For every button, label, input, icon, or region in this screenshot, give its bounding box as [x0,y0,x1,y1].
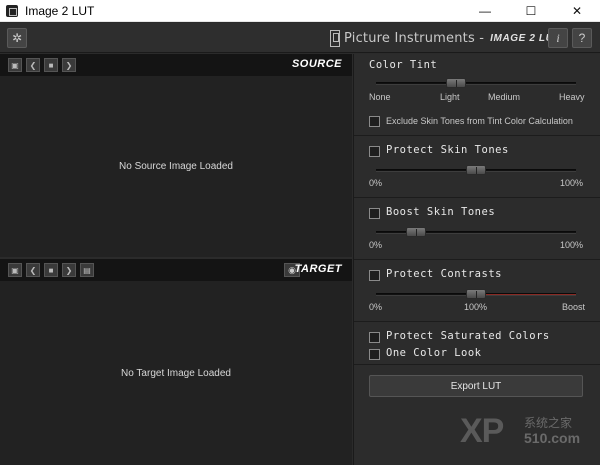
app-icon [6,4,18,17]
target-empty-text: No Target Image Loaded [121,367,231,379]
protect-saturated-label: Protect Saturated Colors [386,330,550,342]
tint-label-light: Light [440,92,460,102]
settings-button[interactable]: ✲ [7,28,27,48]
boost-skin-section: Boost Skin Tones 0% 100% [354,199,600,260]
target-save-as-button[interactable]: ▤ [80,263,94,277]
target-prev-button[interactable]: ❮ [26,263,40,277]
watermark-brand: XP [460,412,504,450]
boost-skin-min: 0% [369,240,383,250]
maximize-button[interactable]: ☐ [508,0,554,22]
protect-contrasts-checkbox[interactable] [369,270,380,281]
protect-skin-max: 100% [560,178,584,188]
protect-contrasts-slider-thumb[interactable] [466,289,486,299]
window-controls: — ☐ ✕ [462,0,600,22]
protect-contrasts-label: Protect Contrasts [386,268,502,280]
watermark-cn: 系统之家 [524,416,573,430]
exclude-skin-label: Exclude Skin Tones from Tint Color Calcu… [386,116,573,126]
protect-contrasts-min: 0% [369,302,383,312]
tint-label-none: None [369,92,391,102]
source-empty-text: No Source Image Loaded [119,161,233,172]
protect-contrasts-mid: 100% [464,302,488,312]
tint-label-medium: Medium [488,92,521,102]
tint-label-heavy: Heavy [559,92,585,102]
boost-skin-checkbox[interactable] [369,208,380,219]
protect-skin-section: Protect Skin Tones 0% 100% [354,137,600,198]
next-icon: ❯ [65,60,73,70]
misc-options-section: Protect Saturated Colors One Color Look [354,323,600,365]
one-color-checkbox[interactable] [369,349,380,360]
source-image-area[interactable]: No Source Image Loaded [0,76,352,257]
color-tint-slider-track[interactable] [376,82,576,85]
target-save-button[interactable]: ▣ [8,263,22,277]
protect-skin-slider-thumb[interactable] [466,165,486,175]
watermark-domain: 510.com [524,430,581,446]
target-toolbar: ▣ ❮ ■ ❯ ▤ ◉ TARGET [0,259,352,281]
color-tint-slider-thumb[interactable] [446,78,466,88]
watermark-logo: XP 系统之家 510.com [460,410,600,460]
brand-name: Picture Instruments - [344,30,485,46]
protect-contrasts-section: Protect Contrasts 0% 100% Boost [354,261,600,322]
color-tint-section: Color Tint None Light Medium Heavy Exclu… [354,54,600,136]
protect-contrasts-max: Boost [562,302,586,312]
source-next-button[interactable]: ❯ [62,58,76,72]
boost-skin-max: 100% [560,240,584,250]
brand: Picture Instruments - IMAGE 2 LUT [330,29,560,47]
protect-contrasts-boost-range [476,294,576,295]
protect-skin-label: Protect Skin Tones [386,144,509,156]
color-tint-title: Color Tint [369,59,438,71]
save-icon: ▣ [11,265,19,275]
source-open-button[interactable]: ■ [44,58,58,72]
one-color-label: One Color Look [386,347,482,359]
help-button[interactable]: ? [572,28,592,48]
target-next-button[interactable]: ❯ [62,263,76,277]
gear-icon: ✲ [11,31,23,45]
protect-skin-min: 0% [369,178,383,188]
info-button[interactable]: i [548,28,568,48]
prev-icon: ❮ [29,60,37,70]
next-icon: ❯ [65,265,73,275]
save-as-icon: ▤ [83,265,91,275]
source-prev-button[interactable]: ❮ [26,58,40,72]
picture-instruments-logo-icon [330,29,340,47]
folder-icon: ■ [48,60,54,70]
source-toolbar: ▣ ❮ ■ ❯ SOURCE [0,54,352,76]
boost-skin-label: Boost Skin Tones [386,206,496,218]
minimize-button[interactable]: — [462,0,508,22]
protect-saturated-checkbox[interactable] [369,332,380,343]
target-open-button[interactable]: ■ [44,263,58,277]
save-icon: ▣ [11,60,19,70]
close-button[interactable]: ✕ [554,0,600,22]
boost-skin-slider-thumb[interactable] [406,227,426,237]
exclude-skin-checkbox[interactable] [369,116,380,127]
window-title: Image 2 LUT [25,3,95,18]
window-title-bar: Image 2 LUT — ☐ ✕ [0,0,600,22]
protect-skin-checkbox[interactable] [369,146,380,157]
folder-icon: ■ [48,265,54,275]
export-lut-button[interactable]: Export LUT [369,375,583,397]
app-header: ✲ Picture Instruments - IMAGE 2 LUT i ? [0,23,600,53]
target-image-area[interactable]: No Target Image Loaded [0,281,352,465]
prev-icon: ❮ [29,265,37,275]
settings-sidebar: Color Tint None Light Medium Heavy Exclu… [353,54,600,465]
source-title: SOURCE [291,58,342,70]
source-save-button[interactable]: ▣ [8,58,22,72]
target-title: TARGET [294,263,342,275]
